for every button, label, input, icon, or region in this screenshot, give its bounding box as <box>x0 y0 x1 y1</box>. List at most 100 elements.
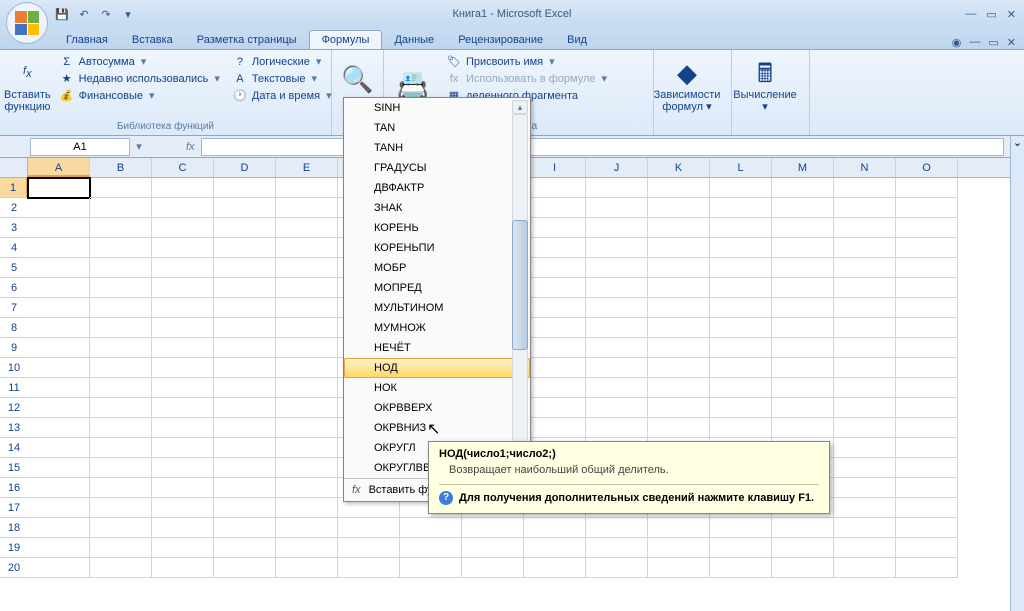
cell[interactable] <box>710 278 772 298</box>
cell[interactable] <box>276 438 338 458</box>
cell[interactable] <box>896 198 958 218</box>
cell[interactable] <box>834 278 896 298</box>
cell[interactable] <box>90 438 152 458</box>
cell[interactable] <box>214 218 276 238</box>
cell[interactable] <box>28 258 90 278</box>
name-box[interactable]: A1 <box>30 138 130 156</box>
cell[interactable] <box>772 358 834 378</box>
fx-icon[interactable]: fx <box>186 141 195 153</box>
cell[interactable] <box>834 498 896 518</box>
cell[interactable] <box>834 298 896 318</box>
cell[interactable] <box>276 378 338 398</box>
cell[interactable] <box>276 458 338 478</box>
cell[interactable] <box>586 378 648 398</box>
column-header[interactable]: E <box>276 158 338 177</box>
cell[interactable] <box>524 358 586 378</box>
cell[interactable] <box>152 198 214 218</box>
cell[interactable] <box>214 418 276 438</box>
menu-item[interactable]: КОРЕНЬПИ <box>344 238 530 258</box>
redo-icon[interactable]: ↷ <box>98 6 114 22</box>
text-button[interactable]: AТекстовые▾ <box>228 71 336 86</box>
cell[interactable] <box>834 338 896 358</box>
cell[interactable] <box>772 338 834 358</box>
cell[interactable] <box>710 178 772 198</box>
menu-item[interactable]: TAN <box>344 118 530 138</box>
cell[interactable] <box>648 358 710 378</box>
cell[interactable] <box>896 498 958 518</box>
cell[interactable] <box>896 458 958 478</box>
cell[interactable] <box>710 518 772 538</box>
cell[interactable] <box>524 238 586 258</box>
cell[interactable] <box>152 418 214 438</box>
cell[interactable] <box>90 358 152 378</box>
cell[interactable] <box>586 518 648 538</box>
cell[interactable] <box>276 198 338 218</box>
cell[interactable] <box>90 378 152 398</box>
cell[interactable] <box>152 498 214 518</box>
menu-item[interactable]: SINH <box>344 98 530 118</box>
cell[interactable] <box>214 358 276 378</box>
cell[interactable] <box>896 318 958 338</box>
cell[interactable] <box>524 258 586 278</box>
scroll-thumb[interactable] <box>512 220 528 350</box>
menu-item[interactable]: НОД <box>344 358 530 378</box>
cell[interactable] <box>648 278 710 298</box>
cell[interactable] <box>586 338 648 358</box>
cell[interactable] <box>710 218 772 238</box>
cell[interactable] <box>648 538 710 558</box>
cell[interactable] <box>90 238 152 258</box>
tab-view[interactable]: Вид <box>555 31 599 49</box>
cell[interactable] <box>834 478 896 498</box>
doc-minimize-button[interactable]: — <box>969 36 980 49</box>
menu-item[interactable]: ОКРВВЕРХ <box>344 398 530 418</box>
cell[interactable] <box>28 178 90 198</box>
cell[interactable] <box>648 378 710 398</box>
cell[interactable] <box>28 438 90 458</box>
cell[interactable] <box>90 498 152 518</box>
cell[interactable] <box>276 358 338 378</box>
cell[interactable] <box>152 218 214 238</box>
cell[interactable] <box>834 258 896 278</box>
cell[interactable] <box>648 218 710 238</box>
cell[interactable] <box>834 398 896 418</box>
cell[interactable] <box>524 418 586 438</box>
logical-button[interactable]: ?Логические▾ <box>228 54 336 69</box>
row-header[interactable]: 16 <box>0 478 28 498</box>
cell[interactable] <box>152 378 214 398</box>
cell[interactable] <box>90 518 152 538</box>
qat-dropdown-icon[interactable]: ▾ <box>120 6 136 22</box>
tab-review[interactable]: Рецензирование <box>446 31 555 49</box>
cell[interactable] <box>834 198 896 218</box>
cell[interactable] <box>648 178 710 198</box>
cell[interactable] <box>834 558 896 578</box>
cell[interactable] <box>834 238 896 258</box>
minimize-button[interactable]: — <box>965 8 976 21</box>
row-header[interactable]: 19 <box>0 538 28 558</box>
cell[interactable] <box>214 438 276 458</box>
cell[interactable] <box>90 178 152 198</box>
cell[interactable] <box>214 238 276 258</box>
cell[interactable] <box>772 278 834 298</box>
cell[interactable] <box>90 338 152 358</box>
menu-item[interactable]: НОК <box>344 378 530 398</box>
cell[interactable] <box>152 538 214 558</box>
cell[interactable] <box>834 378 896 398</box>
row-header[interactable]: 1 <box>0 178 28 198</box>
row-header[interactable]: 15 <box>0 458 28 478</box>
row-header[interactable]: 5 <box>0 258 28 278</box>
cell[interactable] <box>586 238 648 258</box>
cell[interactable] <box>896 538 958 558</box>
cell[interactable] <box>586 198 648 218</box>
cell[interactable] <box>710 358 772 378</box>
cell[interactable] <box>896 518 958 538</box>
cell[interactable] <box>214 538 276 558</box>
cell[interactable] <box>772 378 834 398</box>
select-all-corner[interactable] <box>0 158 28 178</box>
cell[interactable] <box>586 418 648 438</box>
column-header[interactable]: N <box>834 158 896 177</box>
column-header[interactable]: B <box>90 158 152 177</box>
doc-close-button[interactable]: ✕ <box>1007 36 1016 49</box>
cell[interactable] <box>648 198 710 218</box>
cell[interactable] <box>214 378 276 398</box>
cell[interactable] <box>276 238 338 258</box>
